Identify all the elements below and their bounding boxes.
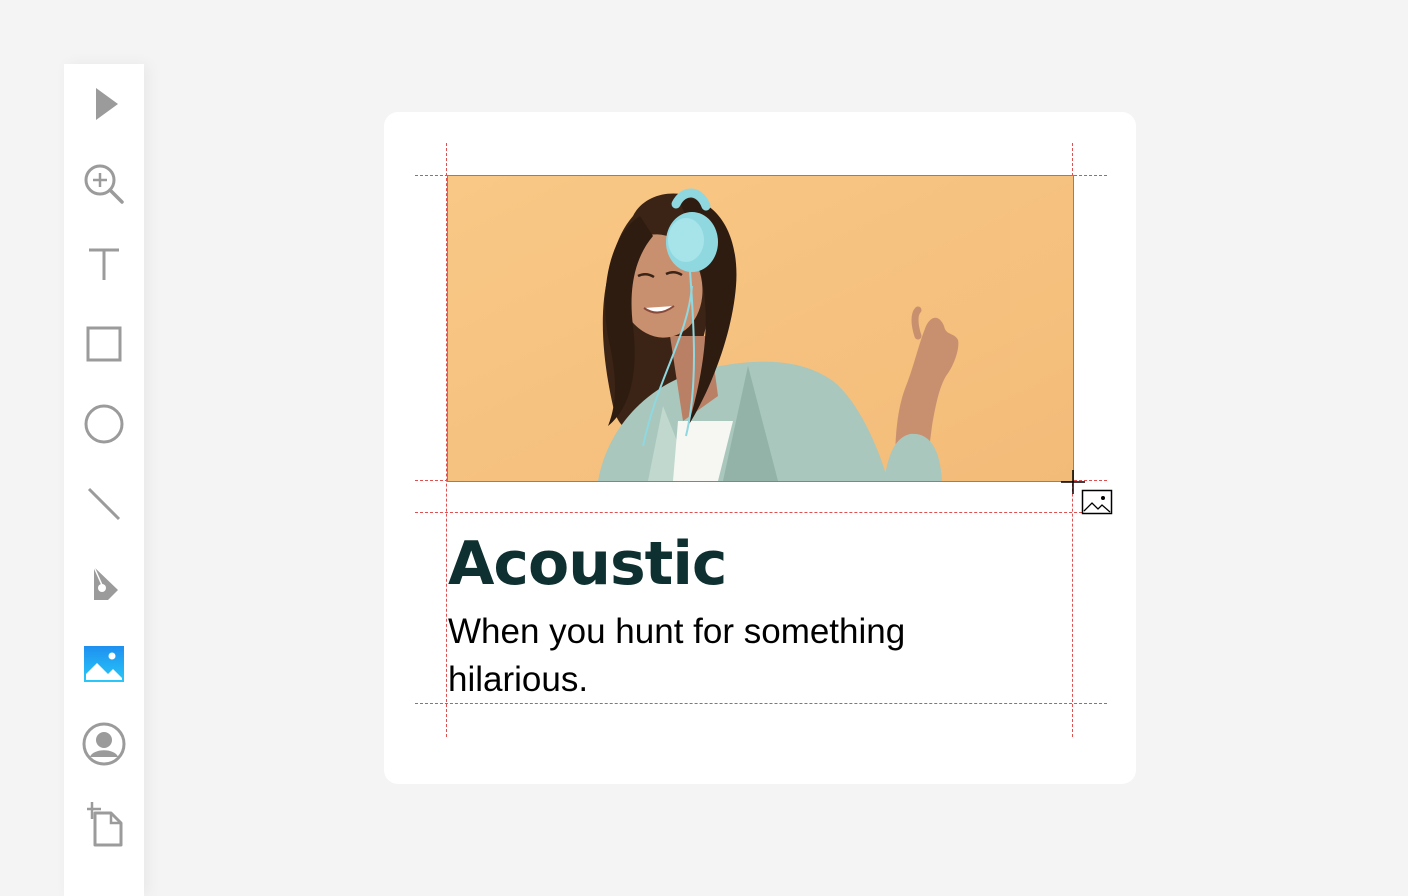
image-icon — [84, 646, 124, 682]
pen-nib-icon — [93, 566, 118, 600]
zoom-tool[interactable] — [80, 160, 128, 208]
card-title[interactable]: Acoustic — [448, 526, 727, 602]
avatar-tool[interactable] — [80, 720, 128, 768]
select-tool[interactable] — [80, 80, 128, 128]
cursor-image-icon — [1081, 489, 1113, 515]
user-circle-icon — [82, 722, 126, 766]
text-tool[interactable] — [80, 240, 128, 288]
rectangle-tool[interactable] — [80, 320, 128, 368]
ellipse-tool[interactable] — [80, 400, 128, 448]
line-tool[interactable] — [80, 480, 128, 528]
line-icon — [87, 487, 121, 521]
pen-tool[interactable] — [80, 560, 128, 608]
artboard-tool[interactable] — [80, 800, 128, 848]
guide-line — [415, 512, 1107, 513]
zoom-in-icon — [84, 164, 124, 204]
artboard-icon — [87, 802, 123, 847]
woman-with-headphones-photo[interactable] — [447, 175, 1074, 482]
pointer-icon — [96, 88, 118, 120]
image-tool[interactable] — [80, 640, 128, 688]
text-icon — [89, 248, 119, 280]
square-icon — [86, 326, 122, 362]
card-description[interactable]: When you hunt for something hilarious. — [448, 608, 1008, 704]
circle-icon — [84, 404, 124, 444]
tool-bar — [64, 64, 144, 896]
